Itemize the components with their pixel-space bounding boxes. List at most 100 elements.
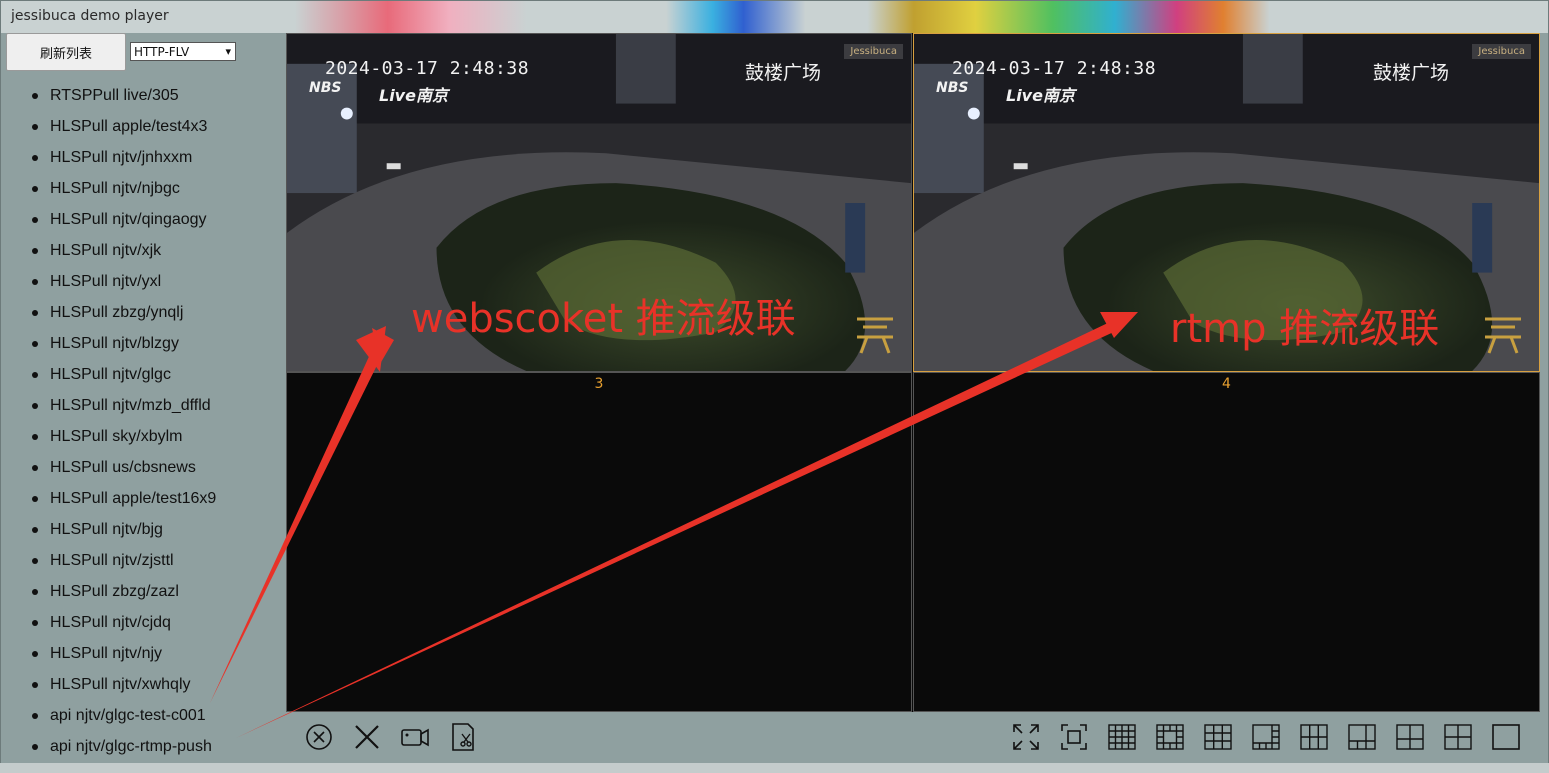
layout-13-icon[interactable] bbox=[1155, 722, 1185, 752]
layout-1-icon[interactable] bbox=[1491, 722, 1521, 752]
stream-item[interactable]: HLSPull njtv/jnhxxm bbox=[32, 148, 216, 179]
bullet-icon bbox=[32, 124, 38, 130]
stream-label: HLSPull zbzg/ynqlj bbox=[50, 304, 184, 321]
protocol-select[interactable]: HTTP-FLV ▾ bbox=[130, 42, 236, 61]
annotation-label-websocket: webscoket 推流级联 bbox=[411, 296, 796, 342]
stream-item[interactable]: HLSPull njtv/blzgy bbox=[32, 334, 216, 365]
bullet-icon bbox=[32, 651, 38, 657]
layout-5-icon[interactable] bbox=[1347, 722, 1377, 752]
stream-item[interactable]: HLSPull njtv/njy bbox=[32, 644, 216, 675]
screenshot-icon[interactable] bbox=[448, 722, 478, 752]
stream-item[interactable]: HLSPull njtv/bjg bbox=[32, 520, 216, 551]
bullet-icon bbox=[32, 713, 38, 719]
bullet-icon bbox=[32, 527, 38, 533]
stream-label: HLSPull apple/test4x3 bbox=[50, 118, 208, 135]
refresh-list-button[interactable]: 刷新列表 bbox=[6, 33, 126, 71]
close-circle-icon[interactable] bbox=[304, 722, 334, 752]
stream-item[interactable]: HLSPull njtv/cjdq bbox=[32, 613, 216, 644]
stream-item[interactable]: api njtv/glgc-test-c001 bbox=[32, 706, 216, 737]
bullet-icon bbox=[32, 372, 38, 378]
layout-6-icon[interactable] bbox=[1299, 722, 1329, 752]
player-grid: 2024-03-17 2:48:38 鼓楼广场 NBS Live南京 Jessi… bbox=[286, 33, 1540, 712]
stream-label: api njtv/glgc-rtmp-push bbox=[50, 738, 212, 755]
bullet-icon bbox=[32, 620, 38, 626]
osd-timestamp: 2024-03-17 2:48:38 bbox=[952, 58, 1157, 79]
stream-label: HLSPull njtv/blzgy bbox=[50, 335, 179, 352]
stream-item[interactable]: HLSPull njtv/njbgc bbox=[32, 179, 216, 210]
video-cell-2[interactable]: 2024-03-17 2:48:38 鼓楼广场 NBS Live南京 Jessi… bbox=[913, 33, 1540, 372]
bullet-icon bbox=[32, 682, 38, 688]
nbs-logo: NBS bbox=[936, 80, 969, 96]
annotation-label-rtmp: rtmp 推流级联 bbox=[1170, 306, 1440, 352]
osd-location: 鼓楼广场 bbox=[1372, 62, 1449, 84]
layout-4-icon[interactable] bbox=[1443, 722, 1473, 752]
stream-item[interactable]: HLSPull njtv/mzb_dffld bbox=[32, 396, 216, 427]
stream-item[interactable]: HLSPull zbzg/ynqlj bbox=[32, 303, 216, 334]
cell-number: 4 bbox=[1222, 376, 1231, 392]
stream-label: HLSPull sky/xbylm bbox=[50, 428, 183, 445]
stream-label: HLSPull njtv/bjg bbox=[50, 521, 163, 538]
app-window: jessibuca demo player 刷新列表 HTTP-FLV ▾ RT… bbox=[0, 0, 1549, 773]
jessibuca-brand: Jessibuca bbox=[1472, 44, 1531, 59]
stream-item[interactable]: HLSPull njtv/xwhqly bbox=[32, 675, 216, 706]
bullet-icon bbox=[32, 248, 38, 254]
stream-item[interactable]: HLSPull njtv/xjk bbox=[32, 241, 216, 272]
stream-label: HLSPull njtv/yxl bbox=[50, 273, 162, 290]
layout-9-icon[interactable] bbox=[1203, 722, 1233, 752]
stream-label: api njtv/glgc-test-c001 bbox=[50, 707, 206, 724]
layout-8-icon[interactable] bbox=[1251, 722, 1281, 752]
stream-item[interactable]: HLSPull njtv/yxl bbox=[32, 272, 216, 303]
stream-label: HLSPull apple/test16x9 bbox=[50, 490, 217, 507]
video-cell-3[interactable]: 3 bbox=[286, 372, 912, 712]
stream-item[interactable]: RTSPPull live/305 bbox=[32, 86, 216, 117]
layout-16-icon[interactable] bbox=[1107, 722, 1137, 752]
bullet-icon bbox=[32, 558, 38, 564]
stream-label: HLSPull njtv/jnhxxm bbox=[50, 149, 193, 166]
fit-screen-icon[interactable] bbox=[1059, 722, 1089, 752]
window-title: jessibuca demo player bbox=[11, 8, 169, 24]
nanjing-watermark-icon bbox=[1485, 317, 1521, 354]
cell-number: 3 bbox=[594, 376, 604, 392]
bullet-icon bbox=[32, 589, 38, 595]
stream-item[interactable]: HLSPull njtv/qingaogy bbox=[32, 210, 216, 241]
stream-item[interactable]: HLSPull us/cbsnews bbox=[32, 458, 216, 489]
record-video-icon[interactable] bbox=[400, 722, 430, 752]
player-toolbar bbox=[286, 712, 1540, 764]
bullet-icon bbox=[32, 434, 38, 440]
stream-label: HLSPull njtv/xwhqly bbox=[50, 676, 191, 693]
stream-item[interactable]: HLSPull njtv/zjsttl bbox=[32, 551, 216, 582]
bullet-icon bbox=[32, 217, 38, 223]
stream-label: HLSPull njtv/zjsttl bbox=[50, 552, 174, 569]
live-nanjing-logo: Live南京 bbox=[1006, 86, 1075, 105]
stream-item[interactable]: HLSPull apple/test16x9 bbox=[32, 489, 216, 520]
bullet-icon bbox=[32, 186, 38, 192]
bullet-icon bbox=[32, 496, 38, 502]
stream-label: HLSPull us/cbsnews bbox=[50, 459, 196, 476]
nanjing-watermark-icon bbox=[857, 317, 893, 354]
osd-timestamp: 2024-03-17 2:48:38 bbox=[325, 58, 530, 79]
stream-item[interactable]: HLSPull sky/xbylm bbox=[32, 427, 216, 458]
stream-label: HLSPull zbzg/zazl bbox=[50, 583, 179, 600]
stream-item[interactable]: HLSPull apple/test4x3 bbox=[32, 117, 216, 148]
bullet-icon bbox=[32, 310, 38, 316]
stream-item[interactable]: HLSPull zbzg/zazl bbox=[32, 582, 216, 613]
video-cell-1[interactable]: 2024-03-17 2:48:38 鼓楼广场 NBS Live南京 Jessi… bbox=[286, 33, 912, 372]
bullet-icon bbox=[32, 93, 38, 99]
chevron-down-icon: ▾ bbox=[225, 45, 231, 58]
video-cell-4[interactable]: 4 bbox=[913, 372, 1540, 712]
osd-location: 鼓楼广场 bbox=[744, 62, 821, 84]
stream-list: RTSPPull live/305 HLSPull apple/test4x3 … bbox=[32, 86, 216, 768]
bullet-icon bbox=[32, 155, 38, 161]
jessibuca-brand: Jessibuca bbox=[844, 44, 903, 59]
stream-item[interactable]: HLSPull njtv/glgc bbox=[32, 365, 216, 396]
bullet-icon bbox=[32, 279, 38, 285]
title-bar: jessibuca demo player bbox=[1, 1, 1548, 33]
nbs-logo: NBS bbox=[309, 80, 342, 96]
close-icon[interactable] bbox=[352, 722, 382, 752]
bullet-icon bbox=[32, 341, 38, 347]
bullet-icon bbox=[32, 465, 38, 471]
fullscreen-icon[interactable] bbox=[1011, 722, 1041, 752]
sidebar: 刷新列表 HTTP-FLV ▾ RTSPPull live/305 HLSPul… bbox=[2, 33, 284, 772]
bullet-icon bbox=[32, 744, 38, 750]
layout-3-icon[interactable] bbox=[1395, 722, 1425, 752]
